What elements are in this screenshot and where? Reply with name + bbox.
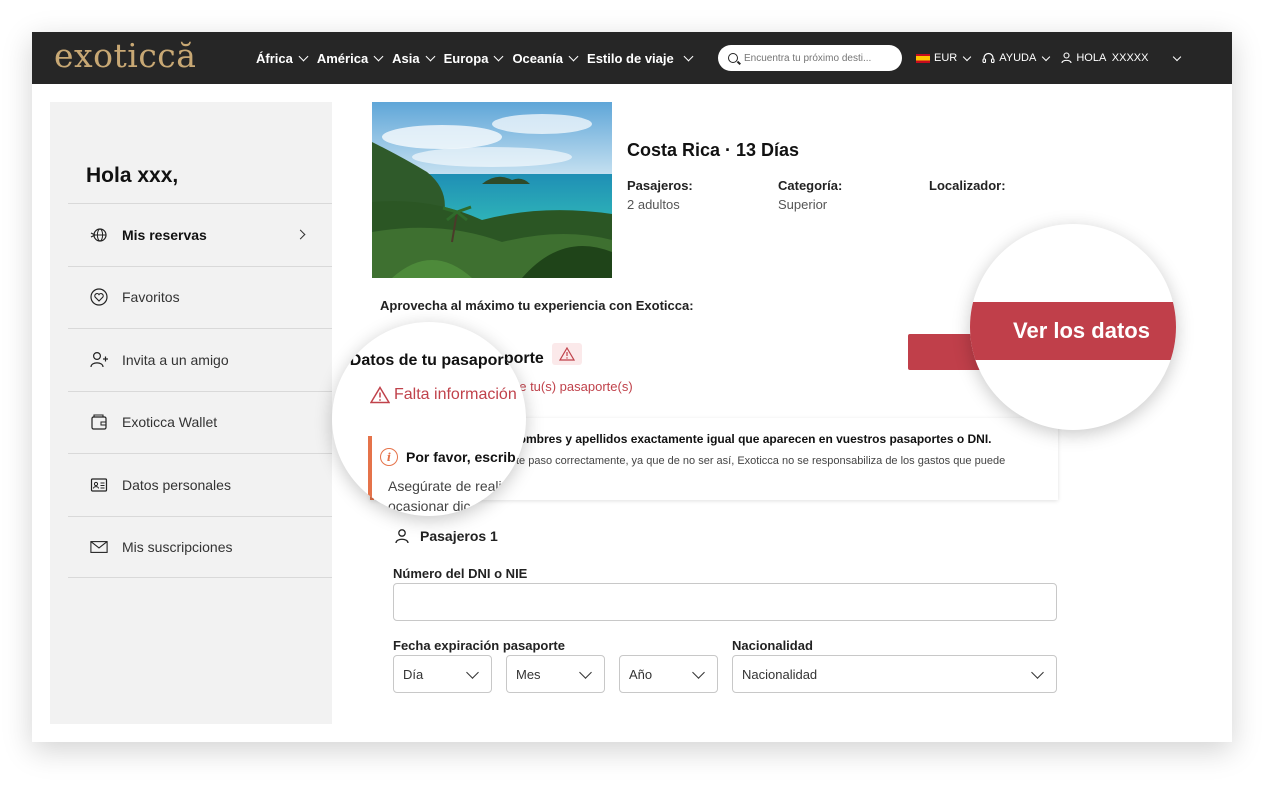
info-icon: i <box>380 448 398 466</box>
notice-title: os nombres y apellidos exactamente igual… <box>494 432 992 446</box>
chevron-right-icon <box>295 229 306 240</box>
missing-info-text: de tu(s) pasaporte(s) <box>512 379 633 394</box>
exoticca-logo[interactable]: exoticcă <box>54 36 196 75</box>
user-menu[interactable]: HOLA XXXXX <box>1061 52 1182 64</box>
dni-input[interactable] <box>393 583 1057 621</box>
nav-item-travel-style[interactable]: Estilo de viaje <box>587 51 694 66</box>
trip-title: Costa Rica · 13 Días <box>627 140 800 160</box>
nav-item-oceania[interactable]: Oceanía <box>512 51 579 66</box>
nav-item-europa[interactable]: Europa <box>444 51 504 66</box>
main-nav: África América Asia Europa Oceanía Estil… <box>256 32 694 84</box>
chevron-down-icon <box>493 51 504 61</box>
nav-item-asia[interactable]: Asia <box>392 51 436 66</box>
locator-info: Localizador: <box>929 178 1006 193</box>
magnified-missing-info: Falta información <box>370 386 517 404</box>
chevron-down-icon <box>466 666 479 679</box>
expiry-month-select[interactable]: Mes <box>506 655 605 693</box>
warning-badge <box>552 343 582 365</box>
magnified-notice-title: i Por favor, escrib <box>380 448 516 466</box>
chevron-down-icon <box>579 666 592 679</box>
envelope-icon <box>90 538 108 556</box>
chevron-down-icon <box>568 51 579 61</box>
sidebar-item-personal-data[interactable]: Datos personales <box>68 453 332 516</box>
wallet-icon <box>90 413 108 431</box>
chevron-down-icon <box>1042 52 1051 61</box>
expiry-label: Fecha expiración pasaporte <box>393 638 565 653</box>
magnified-notice: i Por favor, escrib Asegúrate de reali o… <box>368 436 526 516</box>
dni-label: Número del DNI o NIE <box>393 566 528 581</box>
sidebar-item-subscriptions[interactable]: Mis suscripciones <box>68 515 332 578</box>
chevron-down-icon <box>962 52 972 61</box>
chevron-down-icon <box>1173 52 1182 61</box>
sidebar-item-invite-friend[interactable]: Invita a un amigo <box>68 328 332 391</box>
search-box[interactable] <box>718 45 902 71</box>
add-user-icon <box>90 351 108 369</box>
chevron-down-icon <box>683 51 694 61</box>
warning-triangle-icon <box>370 386 390 404</box>
top-navigation-bar: exoticcă África América Asia Europa Ocea… <box>32 32 1232 84</box>
help-menu[interactable]: AYUDA <box>982 52 1051 64</box>
user-icon <box>395 529 409 544</box>
category-info: Categoría: Superior <box>778 178 843 212</box>
magnified-view-data-button[interactable]: Ver los datos <box>970 302 1176 360</box>
magnified-notice-text: Asegúrate de reali ocasionar dic <box>388 478 502 514</box>
passenger-title: Pasajeros 1 <box>394 528 498 544</box>
promo-text: Aprovecha al máximo tu experiencia con E… <box>380 298 694 313</box>
trip-photo <box>372 102 612 278</box>
search-input[interactable] <box>744 52 894 64</box>
expiry-year-select[interactable]: Año <box>619 655 718 693</box>
warning-triangle-icon <box>559 347 575 361</box>
nav-item-africa[interactable]: África <box>256 51 309 66</box>
notice-description: te paso correctamente, ya que de no ser … <box>516 455 1006 467</box>
sidebar-item-bookings[interactable]: Mis reservas <box>68 203 332 266</box>
chevron-down-icon <box>425 51 436 61</box>
nav-item-america[interactable]: América <box>317 51 384 66</box>
id-card-icon <box>90 476 108 494</box>
chevron-down-icon <box>373 51 384 61</box>
headset-icon <box>982 52 995 64</box>
nationality-select[interactable]: Nacionalidad <box>732 655 1057 693</box>
chevron-down-icon <box>298 51 309 61</box>
magnifier-view-data: Ver los datos <box>970 224 1176 430</box>
globe-plane-icon <box>90 226 108 244</box>
chevron-down-icon <box>1031 666 1044 679</box>
search-icon <box>728 53 738 63</box>
account-sidebar: Hola xxx, Mis reservas Favoritos Invita <box>50 102 332 724</box>
greeting: Hola xxx, <box>86 164 179 187</box>
header-utilities: EUR AYUDA HOLA XXXXX <box>916 32 1182 84</box>
passengers-info: Pasajeros: 2 adultos <box>627 178 693 212</box>
heart-circle-icon <box>90 288 108 306</box>
magnifier-missing-info: 1. Datos de tu pasaporte Falta informaci… <box>332 322 526 516</box>
chevron-down-icon <box>692 666 705 679</box>
nationality-label: Nacionalidad <box>732 638 813 653</box>
app-window: exoticcă África América Asia Europa Ocea… <box>32 32 1232 742</box>
magnified-section-title: 1. Datos de tu pasaporte <box>332 352 518 369</box>
spain-flag-icon <box>916 53 930 63</box>
currency-selector[interactable]: EUR <box>916 52 972 64</box>
sidebar-item-favorites[interactable]: Favoritos <box>68 265 332 329</box>
account-menu: Mis reservas Favoritos Invita a un amigo <box>68 203 332 578</box>
sidebar-item-wallet[interactable]: Exoticca Wallet <box>68 390 332 454</box>
expiry-day-select[interactable]: Día <box>393 655 492 693</box>
user-icon <box>1061 52 1072 64</box>
